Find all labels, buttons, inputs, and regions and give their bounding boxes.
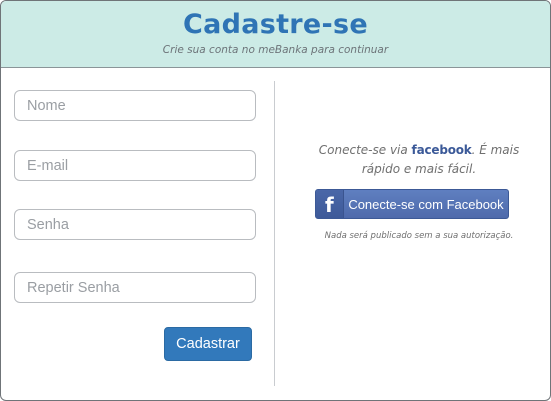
senha-input[interactable] (14, 209, 256, 240)
facebook-connect-text: Conecte-se via facebook. É mais rápido e… (301, 141, 537, 179)
facebook-button-label: Conecte-se com Facebook (348, 197, 504, 212)
connect-prefix: Conecte-se via (318, 143, 412, 157)
nome-input[interactable] (14, 90, 256, 121)
facebook-f-glyph: f (325, 193, 334, 217)
facebook-f-icon: f (316, 190, 344, 218)
signup-header: Cadastre-se Crie sua conta no meBanka pa… (1, 1, 550, 68)
page-title: Cadastre-se (182, 9, 369, 40)
column-divider (274, 81, 275, 386)
privacy-note: Nada será publicado sem a sua autorizaçã… (324, 231, 514, 241)
signup-panel: Cadastre-se Crie sua conta no meBanka pa… (0, 0, 551, 401)
facebook-wordmark: facebook (411, 143, 472, 157)
email-input[interactable] (14, 150, 256, 181)
facebook-connect-button[interactable]: f Conecte-se com Facebook (315, 189, 509, 219)
cadastrar-button[interactable]: Cadastrar (164, 327, 252, 361)
page-subtitle: Crie sua conta no meBanka para continuar (162, 44, 389, 56)
repetir-senha-input[interactable] (14, 272, 256, 303)
